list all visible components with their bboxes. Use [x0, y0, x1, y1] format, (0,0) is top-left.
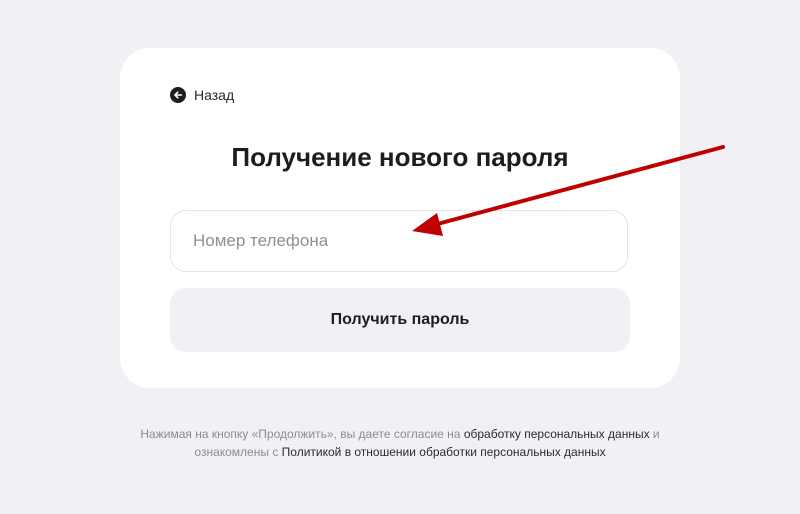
back-link[interactable]: Назад	[170, 87, 234, 103]
consent-text: Нажимая на кнопку «Продолжить», вы даете…	[100, 425, 700, 461]
arrow-left-circle-icon	[170, 87, 186, 103]
consent-text-prefix-2: ознакомлены с	[194, 445, 282, 459]
personal-data-processing-link[interactable]: обработку персональных данных	[464, 427, 650, 441]
back-label: Назад	[194, 87, 235, 103]
consent-text-prefix: Нажимая на кнопку «Продолжить», вы даете…	[140, 427, 464, 441]
consent-line-2: ознакомлены с Политикой в отношении обра…	[100, 443, 700, 461]
get-password-button[interactable]: Получить пароль	[170, 288, 630, 352]
page-title: Получение нового пароля	[231, 142, 569, 172]
consent-text-suffix: и	[649, 427, 660, 441]
phone-number-input[interactable]	[170, 210, 628, 272]
consent-line-1: Нажимая на кнопку «Продолжить», вы даете…	[100, 425, 700, 443]
password-recovery-card: Назад Получение нового пароля Получить п…	[120, 48, 680, 388]
privacy-policy-link[interactable]: Политикой в отношении обработки персонал…	[282, 445, 606, 459]
